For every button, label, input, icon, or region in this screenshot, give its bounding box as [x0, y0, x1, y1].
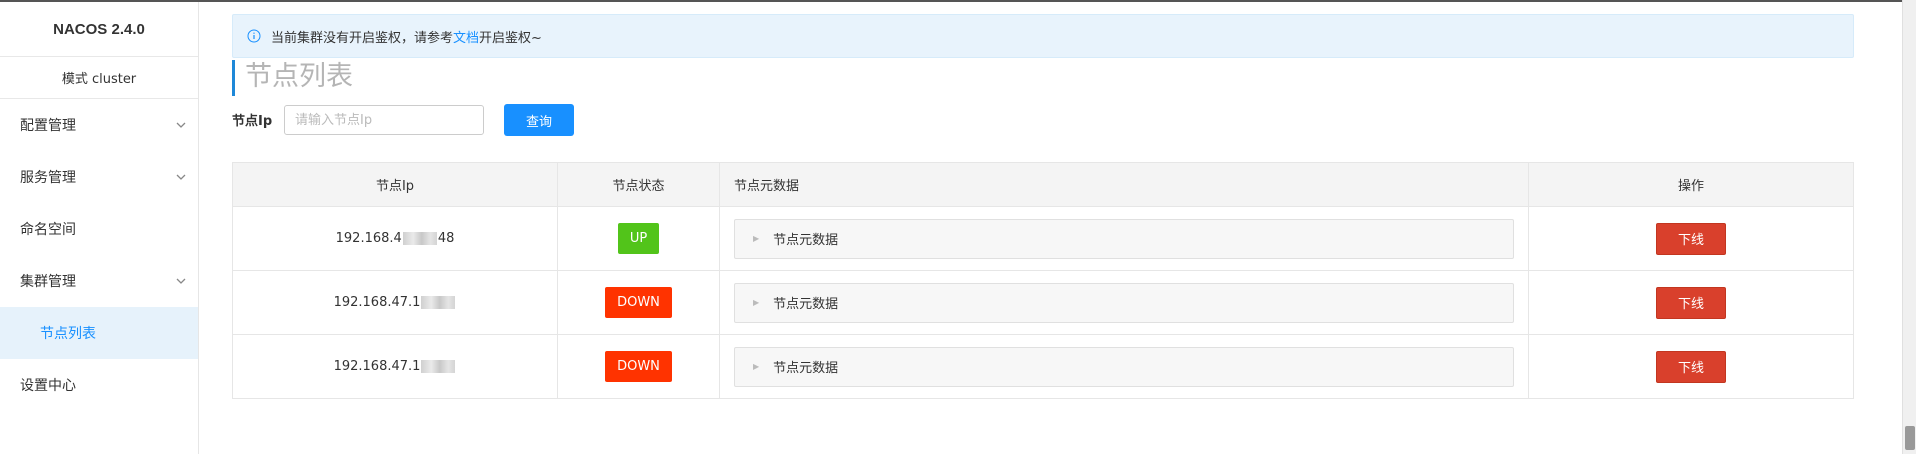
caret-right-icon: ▶ [753, 298, 760, 307]
column-header-ip: 节点Ip [232, 162, 558, 207]
redacted-ip-segment [421, 296, 456, 309]
caret-right-icon: ▶ [753, 234, 760, 243]
node-ip-suffix: 48 [437, 231, 455, 246]
docs-link[interactable]: 文档 [453, 27, 479, 46]
chevron-down-icon [176, 278, 186, 284]
alert-text-suffix: 开启鉴权~ [479, 30, 542, 46]
column-header-status: 节点状态 [557, 162, 720, 207]
chevron-down-icon [176, 122, 186, 128]
alert-text: 当前集群没有开启鉴权，请参考 [271, 30, 454, 46]
cluster-mode-label: 模式 cluster [0, 57, 198, 99]
info-icon [247, 29, 261, 43]
window-scrollbar[interactable] [1902, 0, 1916, 454]
node-ip-label: 节点Ip [232, 114, 273, 129]
node-status-cell: UP [557, 206, 720, 271]
sidebar-item-namespace[interactable]: 命名空间 [0, 203, 198, 255]
caret-right-icon: ▶ [753, 362, 760, 371]
node-ip-search-input[interactable] [284, 105, 484, 135]
sidebar-item-settings[interactable]: 设置中心 [0, 359, 198, 411]
sidebar-item-config[interactable]: 配置管理 [0, 99, 198, 151]
offline-button[interactable]: 下线 [1656, 286, 1726, 319]
page-title: 节点列表 [232, 60, 353, 96]
metadata-expander[interactable]: ▶ 节点元数据 [734, 218, 1514, 259]
sidebar-item-label: 集群管理 [20, 274, 76, 290]
sidebar-item-cluster[interactable]: 集群管理 [0, 255, 198, 307]
node-ip-prefix: 192.168.47.1 [333, 359, 421, 374]
node-table: 节点Ip 节点状态 节点元数据 操作 192.168.4 48 UP ▶ 节点元数… [232, 162, 1854, 399]
table-row: 192.168.4 48 UP ▶ 节点元数据 下线 [232, 206, 1854, 271]
node-ip-cell: 192.168.47.1 [232, 270, 558, 335]
table-header-row: 节点Ip 节点状态 节点元数据 操作 [232, 162, 1854, 207]
redacted-ip-segment [402, 232, 437, 245]
sidebar-item-label: 服务管理 [20, 170, 76, 186]
status-badge: UP [617, 223, 660, 254]
node-metadata-cell: ▶ 节点元数据 [719, 334, 1529, 399]
status-badge: DOWN [605, 287, 672, 318]
node-ip-prefix: 192.168.47.1 [333, 295, 421, 310]
brand-logo: NACOS 2.4.0 [0, 2, 198, 57]
sidebar: NACOS 2.4.0 模式 cluster 配置管理 服务管理 命名空间 集群… [0, 2, 199, 454]
metadata-expander[interactable]: ▶ 节点元数据 [734, 282, 1514, 323]
offline-button[interactable]: 下线 [1656, 350, 1726, 383]
window-top-border [0, 0, 1916, 2]
node-action-cell: 下线 [1528, 270, 1854, 335]
column-header-metadata: 节点元数据 [719, 162, 1529, 207]
metadata-label: 节点元数据 [773, 297, 839, 312]
column-header-action: 操作 [1528, 162, 1854, 207]
offline-button[interactable]: 下线 [1656, 222, 1726, 255]
node-ip-prefix: 192.168.4 [335, 231, 402, 246]
query-button[interactable]: 查询 [504, 104, 574, 136]
table-row: 192.168.47.1 DOWN ▶ 节点元数据 下线 [232, 270, 1854, 335]
node-action-cell: 下线 [1528, 206, 1854, 271]
metadata-expander[interactable]: ▶ 节点元数据 [734, 346, 1514, 387]
node-status-cell: DOWN [557, 334, 720, 399]
sidebar-item-service[interactable]: 服务管理 [0, 151, 198, 203]
node-status-cell: DOWN [557, 270, 720, 335]
node-ip-cell: 192.168.4 48 [232, 206, 558, 271]
sidebar-item-label: 命名空间 [20, 222, 76, 238]
sidebar-item-label: 节点列表 [40, 326, 96, 342]
node-ip-cell: 192.168.47.1 [232, 334, 558, 399]
node-action-cell: 下线 [1528, 334, 1854, 399]
node-metadata-cell: ▶ 节点元数据 [719, 270, 1529, 335]
sidebar-item-label: 配置管理 [20, 118, 76, 134]
resize-grip[interactable] [1905, 426, 1915, 450]
chevron-down-icon [176, 174, 186, 180]
metadata-label: 节点元数据 [773, 361, 839, 376]
status-badge: DOWN [605, 351, 672, 382]
redacted-ip-segment [421, 360, 456, 373]
auth-warning-alert: 当前集群没有开启鉴权，请参考 文档 开启鉴权~ [232, 14, 1854, 58]
node-metadata-cell: ▶ 节点元数据 [719, 206, 1529, 271]
sidebar-item-label: 设置中心 [20, 378, 76, 394]
table-row: 192.168.47.1 DOWN ▶ 节点元数据 下线 [232, 334, 1854, 399]
metadata-label: 节点元数据 [773, 233, 839, 248]
sidebar-item-node-list[interactable]: 节点列表 [0, 307, 198, 359]
